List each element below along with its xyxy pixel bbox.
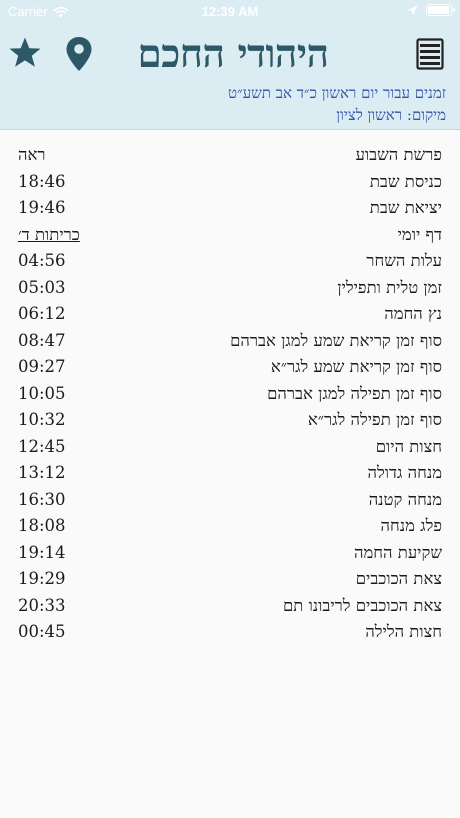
row-value: 12:45	[18, 436, 66, 456]
row-value: 19:29	[18, 569, 66, 588]
app-title: היהודי החכם	[137, 31, 329, 77]
row-label: דף יומי	[397, 224, 442, 244]
location-pin-icon[interactable]	[65, 36, 93, 72]
list-item: נץ החמה 06:12	[0, 304, 460, 331]
row-value: 18:46	[18, 171, 66, 191]
row-value: 19:46	[18, 198, 66, 217]
row-label: מנחה גדולה	[367, 463, 442, 482]
row-label: סוף זמן קריאת שמע למגן אברהם	[230, 330, 442, 350]
location-subtitle[interactable]: מיקום: ראשון לציון	[336, 106, 446, 125]
list-item: שקיעת החמה 19:14	[0, 543, 460, 570]
list-item: חצות היום 12:45	[0, 437, 460, 464]
list-item: צאת הכוכבים 19:29	[0, 569, 460, 596]
row-label: פרשת השבוע	[355, 145, 442, 164]
menu-icon[interactable]	[416, 38, 444, 70]
list-item: מנחה קטנה 16:30	[0, 490, 460, 517]
row-label: פלג מנחה	[380, 516, 442, 535]
list-item: פלג מנחה 18:08	[0, 516, 460, 543]
row-label: סוף זמן קריאת שמע לגר״א	[270, 357, 442, 376]
date-subtitle: זמנים עבור יום ראשון כ״ד אב תשע״ט	[227, 84, 446, 102]
row-label: צאת הכוכבים לריבונו תם	[282, 595, 442, 615]
row-label: יציאת שבת	[369, 198, 442, 217]
row-value: 05:03	[18, 277, 66, 297]
row-value: 10:05	[18, 383, 66, 403]
list-item: סוף זמן קריאת שמע לגר״א 09:27	[0, 357, 460, 384]
row-value: 10:32	[18, 410, 66, 429]
row-label: שקיעת החמה	[353, 542, 442, 562]
list-item: סוף זמן תפילה לגר״א 10:32	[0, 410, 460, 437]
row-label: נץ החמה	[384, 304, 442, 323]
row-value: 00:45	[18, 622, 66, 641]
row-value: 04:56	[18, 251, 66, 270]
row-label: חצות היום	[375, 436, 442, 456]
list-item: סוף זמן קריאת שמע למגן אברהם 08:47	[0, 331, 460, 358]
row-label: חצות הלילה	[365, 622, 442, 641]
row-label: מנחה קטנה	[368, 489, 442, 509]
row-value: 09:27	[18, 357, 66, 376]
status-time: 12:39 AM	[201, 4, 259, 19]
row-label: עלות השחר	[366, 251, 442, 270]
row-label: צאת הכוכבים	[355, 569, 442, 588]
list-item: פרשת השבוע ראה	[0, 145, 460, 172]
row-value: 13:12	[18, 463, 66, 482]
row-value: ראה	[18, 145, 46, 164]
list-item: סוף זמן תפילה למגן אברהם 10:05	[0, 384, 460, 411]
battery-icon	[426, 4, 455, 16]
status-right	[407, 4, 455, 16]
list-item: עלות השחר 04:56	[0, 251, 460, 278]
header: היהודי החכם זמנים עבור יום ראשון כ״ד אב …	[0, 24, 460, 130]
row-value: 19:14	[18, 542, 66, 562]
row-label: כניסת שבת	[369, 171, 442, 191]
row-label: סוף זמן תפילה לגר״א	[307, 410, 442, 429]
star-icon[interactable]	[8, 36, 42, 70]
list-item: צאת הכוכבים לריבונו תם 20:33	[0, 596, 460, 623]
location-arrow-icon	[407, 5, 418, 15]
list-item: דף יומי כריתות ד׳	[0, 225, 460, 252]
list-item: זמן טלית ותפילין 05:03	[0, 278, 460, 305]
row-value: 06:12	[18, 304, 66, 323]
row-value: 20:33	[18, 595, 66, 615]
daf-yomi-link[interactable]: כריתות ד׳	[18, 225, 80, 245]
row-label: זמן טלית ותפילין	[337, 277, 442, 297]
list-item: יציאת שבת 19:46	[0, 198, 460, 225]
row-value: 18:08	[18, 516, 66, 535]
zmanim-list: פרשת השבוע ראה כניסת שבת 18:46 יציאת שבת 19…	[0, 145, 460, 649]
list-item: חצות הלילה 00:45	[0, 622, 460, 649]
list-item: כניסת שבת 18:46	[0, 172, 460, 199]
list-item: מנחה גדולה 13:12	[0, 463, 460, 490]
row-value: 16:30	[18, 489, 66, 509]
row-label: סוף זמן תפילה למגן אברהם	[267, 383, 442, 403]
row-value: 08:47	[18, 330, 66, 350]
status-bar: Carrier 12:39 AM	[0, 0, 460, 24]
